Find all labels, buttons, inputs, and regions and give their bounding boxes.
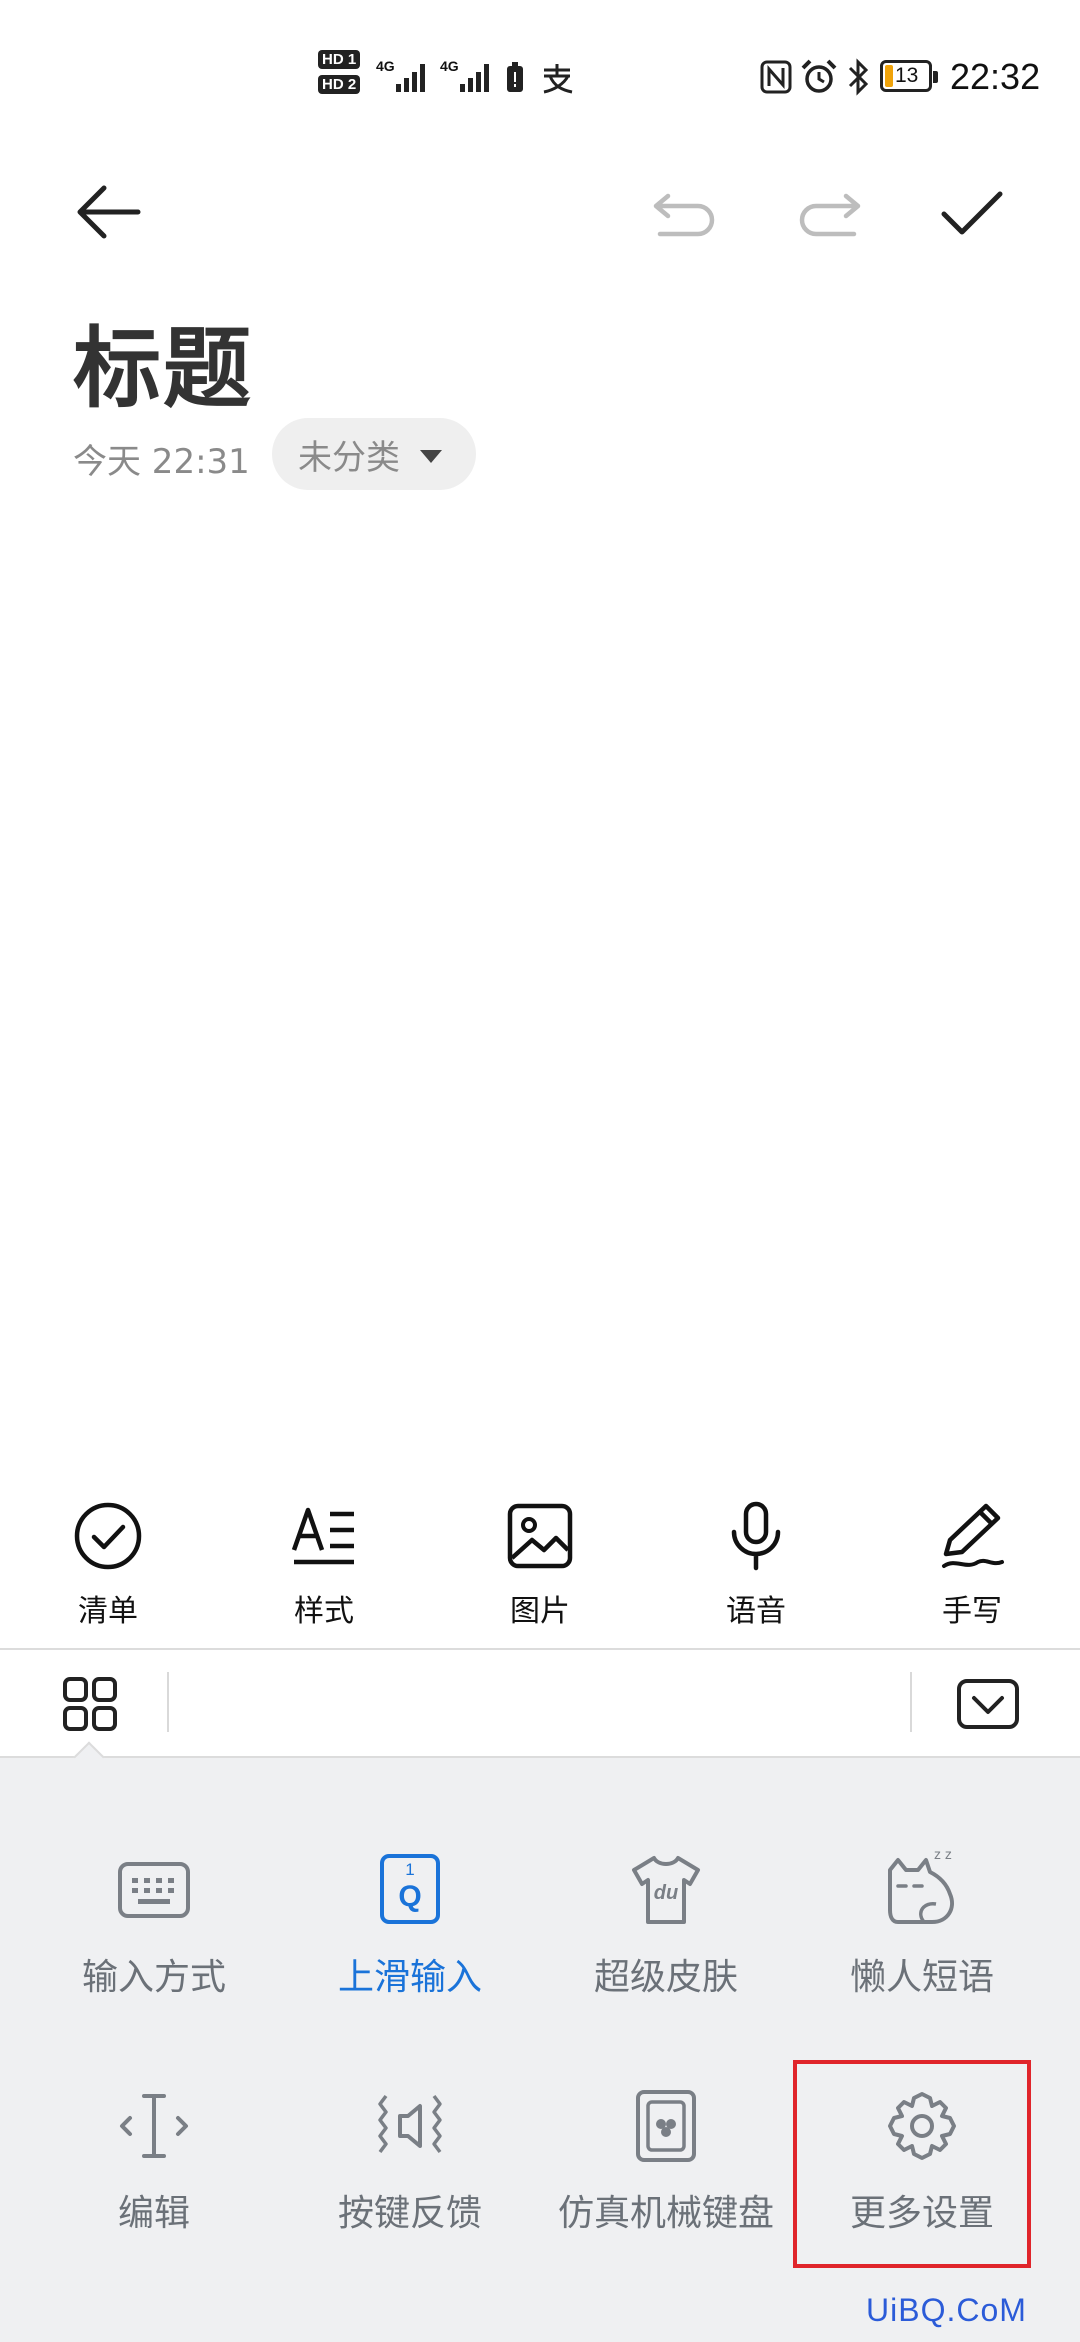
kb-item-label: 按键反馈 — [337, 2193, 482, 2234]
keyboard-icon — [118, 1862, 190, 1918]
note-date: 今天 22:31 — [73, 442, 250, 482]
tool-label: 清单 — [78, 1594, 138, 1629]
keyboard-collapse-icon[interactable] — [956, 1678, 1020, 1730]
nfc-icon — [760, 60, 792, 94]
kb-item-edit[interactable]: 编辑 — [26, 2088, 282, 2236]
battery-saver-icon — [507, 62, 523, 92]
lazy-cat-icon: z z — [884, 1846, 960, 1928]
kb-item-label: 懒人短语 — [849, 1957, 994, 1998]
check-icon[interactable] — [940, 188, 1004, 240]
text-style-icon — [291, 1507, 354, 1565]
divider — [910, 1672, 912, 1732]
microphone-icon — [731, 1501, 781, 1571]
text-cursor-icon — [120, 2094, 188, 2158]
status-bar: HD 1 HD 2 4G 4G 13 22:32 — [0, 0, 1080, 150]
battery-level: 13 — [895, 64, 919, 87]
vibration-sound-icon — [378, 2094, 442, 2154]
sim1-badge: HD 1 — [318, 50, 361, 69]
tshirt-icon: du — [628, 1852, 704, 1928]
alipay-icon — [543, 64, 573, 94]
category-label: 未分类 — [298, 437, 400, 478]
kb-item-swipe-input[interactable]: 1 Q 上滑输入 — [282, 1852, 538, 2000]
keyboard-top-bar — [0, 1648, 1080, 1758]
kb-item-super-skin[interactable]: du 超级皮肤 — [538, 1852, 794, 2000]
undo-icon[interactable] — [652, 190, 718, 238]
image-icon — [507, 1503, 573, 1569]
status-time: 22:32 — [950, 56, 1041, 97]
swipe-up-key-icon: 1 Q — [372, 1852, 448, 1928]
sim2-badge: HD 2 — [318, 75, 361, 94]
tool-checklist[interactable]: 清单 — [28, 1500, 188, 1650]
chevron-down-icon — [420, 449, 442, 463]
checklist-icon — [74, 1502, 142, 1570]
kb-item-label: 超级皮肤 — [593, 1957, 738, 1998]
tool-style[interactable]: 样式 — [244, 1500, 404, 1650]
category-dropdown[interactable]: 未分类 — [272, 418, 476, 490]
tool-label: 图片 — [510, 1594, 570, 1629]
divider — [167, 1672, 169, 1732]
pen-icon — [942, 1503, 1004, 1568]
grid-menu-icon[interactable] — [62, 1676, 118, 1732]
back-arrow-icon[interactable] — [74, 180, 144, 244]
kb-item-mechanical-keyboard[interactable]: 仿真机械键盘 — [538, 2088, 794, 2236]
mechanical-key-icon — [636, 2090, 696, 2162]
tool-image[interactable]: 图片 — [460, 1500, 620, 1650]
note-body-area[interactable] — [0, 520, 1080, 1480]
battery-icon: 13 — [880, 60, 938, 92]
tool-handwriting[interactable]: 手写 — [892, 1500, 1052, 1650]
tool-voice[interactable]: 语音 — [676, 1500, 836, 1650]
watermark: UiBQ.CoM — [866, 2292, 1027, 2328]
kb-item-key-feedback[interactable]: 按键反馈 — [282, 2088, 538, 2236]
kb-item-label: 编辑 — [117, 2193, 190, 2234]
kb-item-label: 上滑输入 — [337, 1957, 482, 1998]
tool-label: 手写 — [942, 1594, 1002, 1629]
sim-indicators: HD 1 HD 2 — [318, 50, 361, 94]
bluetooth-icon — [848, 58, 869, 96]
tool-label: 样式 — [294, 1594, 354, 1629]
kb-item-label: 仿真机械键盘 — [557, 2193, 774, 2234]
tool-label: 语音 — [726, 1594, 786, 1629]
kb-item-label: 输入方式 — [81, 1957, 226, 1998]
kb-item-input-method[interactable]: 输入方式 — [26, 1852, 282, 2000]
redo-icon[interactable] — [796, 190, 862, 238]
alarm-icon — [801, 59, 837, 93]
note-title[interactable]: 标题 — [73, 298, 253, 425]
kb-item-lazy-phrases[interactable]: z z 懒人短语 — [794, 1846, 1050, 2000]
highlight-box — [793, 2060, 1031, 2268]
